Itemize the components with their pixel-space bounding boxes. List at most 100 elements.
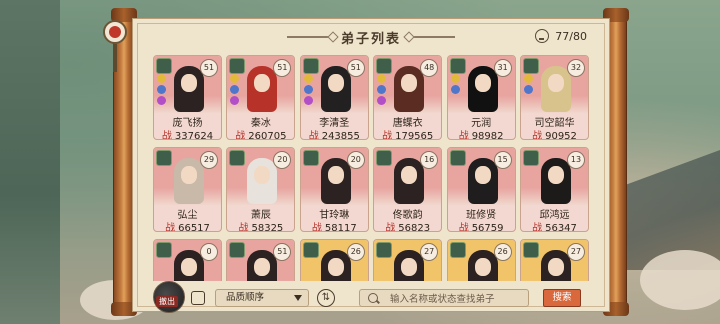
- sect-badge-icon: [229, 58, 246, 74]
- sort-dropdown[interactable]: 品质顺序: [215, 289, 309, 307]
- disciple-card[interactable]: 32 司空韶华战 90952: [520, 55, 589, 140]
- disciple-card[interactable]: 48 唐蝶衣战 179565: [373, 55, 443, 140]
- disciple-power: 战 90952: [521, 127, 588, 140]
- level-badge: 20: [346, 151, 365, 169]
- element-dot-icon: [377, 96, 387, 105]
- level-badge: 29: [200, 151, 218, 169]
- portrait-face: [401, 74, 418, 92]
- sect-badge-icon: [229, 150, 246, 166]
- disciple-card[interactable]: 51 李清圣战 243855: [299, 55, 369, 140]
- filter-icon[interactable]: [191, 291, 205, 305]
- tassel-decor: [113, 44, 117, 72]
- portrait-face: [181, 74, 197, 92]
- disciple-card[interactable]: 13 邱鸿远战 56347: [520, 147, 589, 232]
- sect-badge-icon: [156, 150, 172, 166]
- power-value: 90952: [545, 131, 577, 140]
- sect-badge-icon: [523, 150, 539, 166]
- power-prefix: 战: [161, 131, 172, 140]
- element-dot-icon: [524, 85, 533, 94]
- search-icon: [368, 293, 378, 303]
- disciple-card[interactable]: 0: [153, 239, 222, 281]
- disciple-power: 战 56823: [374, 219, 441, 231]
- portrait-face: [401, 166, 418, 184]
- sect-badge-icon: [523, 242, 539, 258]
- element-dots: [230, 74, 240, 105]
- disciple-card[interactable]: 16 佟歌韵战 56823: [373, 147, 443, 232]
- element-dot-icon: [157, 96, 166, 105]
- power-prefix: 战: [532, 131, 543, 140]
- disciple-power: 战 98982: [448, 127, 515, 140]
- sect-badge-icon: [229, 242, 246, 258]
- power-value: 260705: [248, 131, 287, 140]
- background-scenery-left: [0, 0, 60, 324]
- portrait-face: [327, 74, 344, 92]
- search-input[interactable]: [388, 290, 528, 308]
- element-dot-icon: [303, 96, 313, 105]
- power-prefix: 战: [308, 131, 319, 140]
- portrait-face: [548, 74, 564, 92]
- portrait-face: [254, 258, 271, 276]
- level-badge: 0: [200, 243, 218, 261]
- search-button[interactable]: 搜索: [543, 289, 581, 307]
- disciple-grid[interactable]: 51 庞飞扬战 337624 51 秦冰战 260705 51 李清圣战 243855 48 唐蝶衣…: [153, 55, 593, 281]
- disciple-card[interactable]: 27: [520, 239, 589, 281]
- sect-badge-icon: [449, 150, 466, 166]
- power-prefix: 战: [238, 223, 249, 232]
- element-dot-icon: [157, 85, 166, 94]
- element-dots: [524, 74, 533, 94]
- disciple-power: 战 58117: [301, 219, 368, 232]
- portrait-face: [474, 258, 491, 276]
- power-prefix: 战: [382, 131, 393, 140]
- level-badge: 32: [567, 59, 585, 77]
- power-value: 66517: [178, 223, 210, 232]
- power-prefix: 战: [311, 223, 322, 232]
- disciple-card[interactable]: 51 秦冰战 260705: [226, 55, 296, 140]
- disciple-power: 战 58325: [227, 219, 294, 232]
- element-dot-icon: [230, 96, 240, 105]
- portrait-face: [548, 166, 564, 184]
- sect-badge-icon: [302, 150, 319, 166]
- sect-badge-icon: [376, 242, 393, 258]
- element-dot-icon: [230, 85, 240, 94]
- chevron-down-icon: [294, 295, 302, 301]
- power-value: 179565: [395, 131, 434, 140]
- disciple-count-value: 77/80: [555, 29, 587, 43]
- sect-badge-icon: [156, 58, 172, 74]
- portrait-face: [327, 258, 344, 276]
- portrait-face: [548, 258, 564, 276]
- panel-title: 弟子列表: [340, 31, 401, 47]
- power-value: 58117: [324, 223, 357, 232]
- power-value: 58325: [251, 223, 284, 232]
- disciple-card[interactable]: 51 庞飞扬战 337624: [153, 55, 222, 140]
- element-dot-icon: [303, 85, 313, 94]
- search-box[interactable]: [359, 289, 529, 308]
- sect-badge-icon: [449, 58, 466, 74]
- disciple-card[interactable]: 31 元润战 98982: [446, 55, 516, 140]
- power-value: 98982: [471, 131, 504, 140]
- element-dots: [157, 74, 166, 105]
- disciple-power: 战 337624: [154, 127, 221, 140]
- disciple-card[interactable]: 26: [446, 239, 516, 281]
- disciple-card[interactable]: 26: [299, 239, 369, 281]
- power-value: 337624: [174, 131, 214, 140]
- bottom-toolbar: 撤出 品质顺序 ⇅ 搜索: [153, 281, 593, 313]
- disciple-card[interactable]: 27: [373, 239, 443, 281]
- disciple-card[interactable]: 51: [226, 239, 296, 281]
- level-badge: 31: [493, 59, 512, 77]
- disciple-power: 战 179565: [374, 127, 441, 140]
- sect-badge-icon: [302, 242, 319, 258]
- power-prefix: 战: [165, 223, 176, 232]
- disciple-count-icon: [535, 29, 550, 43]
- element-dot-icon: [450, 85, 460, 94]
- level-badge: 26: [493, 243, 512, 261]
- withdraw-button[interactable]: 撤出: [153, 281, 185, 313]
- portrait-face: [254, 166, 271, 184]
- swap-order-icon[interactable]: ⇅: [317, 289, 335, 307]
- disciple-card[interactable]: 20 甘玲琳战 58117: [299, 147, 369, 232]
- disciple-card[interactable]: 15 班修贤战 56759: [446, 147, 516, 232]
- disciple-card[interactable]: 29 弘尘战 66517: [153, 147, 222, 232]
- scroll-roller-left: [111, 8, 137, 316]
- disciple-card[interactable]: 20 萧辰战 58325: [226, 147, 296, 232]
- portrait-face: [181, 258, 197, 276]
- portrait-face: [181, 166, 197, 184]
